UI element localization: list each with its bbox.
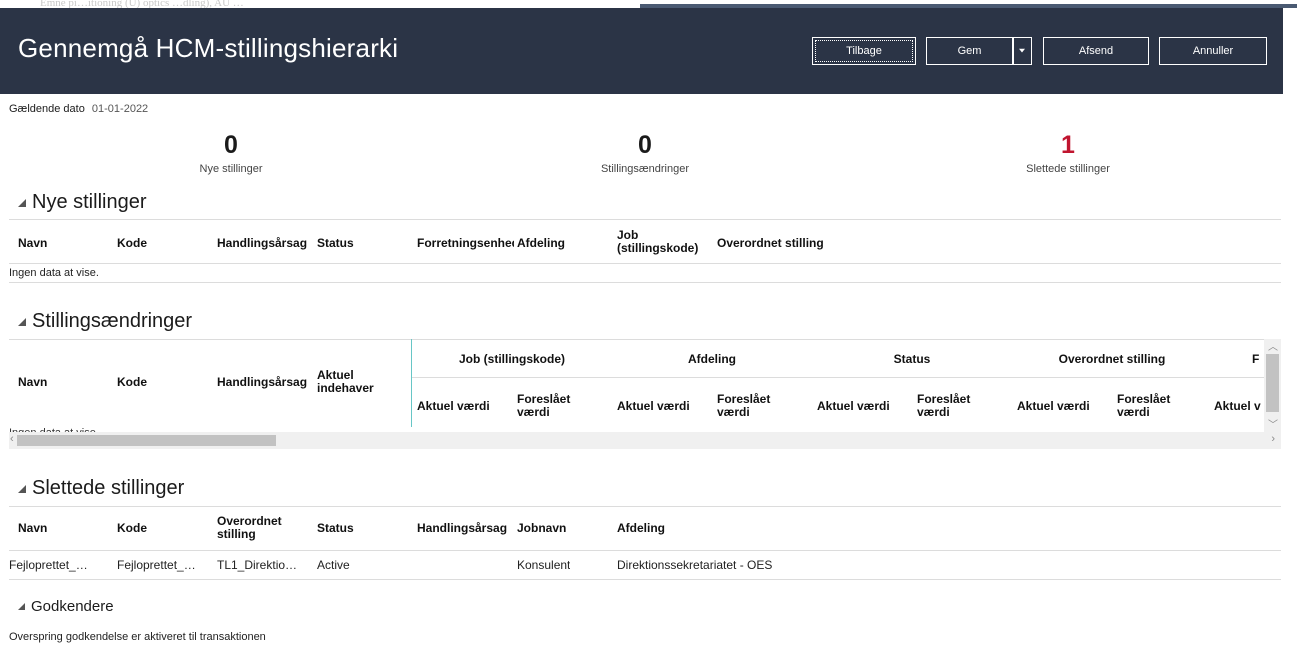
horizontal-scrollbar[interactable]: ‹ ›: [9, 432, 1281, 449]
scroll-right-icon[interactable]: ›: [1271, 433, 1275, 445]
back-button[interactable]: Tilbage: [812, 37, 916, 65]
column-group-header[interactable]: Status: [812, 353, 1012, 366]
save-button[interactable]: Gem: [926, 37, 1012, 65]
scroll-up-icon[interactable]: ︿: [1268, 338, 1278, 353]
divider: [9, 579, 1281, 580]
column-header[interactable]: Foreslået værdi: [717, 393, 797, 419]
column-header[interactable]: Job (stillingskode): [617, 229, 707, 255]
column-header[interactable]: Aktuel værdi: [1017, 400, 1090, 413]
counter-value: 0: [224, 131, 238, 159]
scroll-down-icon[interactable]: ﹀: [1268, 416, 1278, 431]
submit-button[interactable]: Afsend: [1043, 37, 1149, 65]
collapse-triangle-icon: [18, 317, 26, 326]
divider: [9, 219, 1281, 220]
cell-name: Fejloprettet_…: [9, 558, 88, 572]
column-header[interactable]: Handlingsårsag: [417, 522, 507, 535]
column-header[interactable]: Navn: [18, 237, 47, 250]
effective-date-value: 01-01-2022: [91, 103, 149, 115]
cell-parent-position: TL1_Direktio…: [217, 558, 298, 572]
column-header[interactable]: Overordnet stilling: [217, 515, 307, 541]
counter-label: Nye stillinger: [199, 163, 263, 175]
column-header[interactable]: Aktuel værdi: [617, 400, 690, 413]
save-dropdown-button[interactable]: [1012, 37, 1032, 65]
counter-label: Stillingsændringer: [600, 163, 690, 175]
effective-date: Gældende dato 01-01-2022: [9, 103, 148, 115]
column-group-header[interactable]: Overordnet stilling: [1012, 353, 1212, 366]
column-header[interactable]: Navn: [18, 376, 47, 389]
collapse-triangle-icon: [18, 484, 26, 493]
column-header[interactable]: Status: [317, 237, 354, 250]
column-header[interactable]: Forretningsenhed: [417, 237, 514, 250]
section-title: Nye stillinger: [32, 191, 147, 213]
column-header[interactable]: Handlingsårsag: [217, 237, 307, 250]
section-position-changes-toggle[interactable]: Stillingsændringer: [18, 310, 192, 333]
column-header[interactable]: Foreslået værdi: [917, 393, 997, 419]
column-header[interactable]: Afdeling: [517, 237, 565, 250]
no-data-message: Ingen data at vise.: [9, 267, 99, 279]
divider: [9, 263, 1281, 264]
section-approvers-toggle[interactable]: Godkendere: [18, 598, 114, 615]
counter-label: Slettede stillinger: [1026, 163, 1110, 175]
section-title: Godkendere: [31, 598, 114, 615]
column-header[interactable]: Status: [317, 522, 354, 535]
effective-date-label: Gældende dato: [9, 103, 85, 115]
column-header[interactable]: Aktuel v: [1214, 400, 1264, 413]
divider: [9, 339, 1264, 340]
vertical-scrollbar[interactable]: ︿ ﹀: [1264, 339, 1281, 432]
column-group-header[interactable]: F: [1252, 353, 1264, 366]
divider: [9, 282, 1281, 283]
divider: [412, 377, 1264, 378]
cell-status: Active: [317, 558, 350, 572]
column-header[interactable]: Navn: [18, 522, 47, 535]
caret-down-icon: [1019, 48, 1025, 53]
top-strip: Emne pi…itioning (U) optics …dling), AU …: [0, 0, 1297, 9]
scrollbar-thumb[interactable]: [17, 435, 276, 446]
section-new-positions-toggle[interactable]: Nye stillinger: [18, 191, 146, 214]
collapse-triangle-icon: [18, 198, 26, 207]
scrollbar-thumb[interactable]: [1266, 354, 1279, 412]
section-deleted-positions-toggle[interactable]: Slettede stillinger: [18, 477, 184, 500]
column-header[interactable]: Kode: [117, 522, 147, 535]
cell-code: Fejloprettet_…: [117, 558, 196, 572]
column-header[interactable]: Handlingsårsag: [217, 376, 307, 389]
cell-department: Direktionssekretariatet - OES: [617, 558, 773, 572]
page-scroll-gutter: [1283, 8, 1297, 661]
section-title: Slettede stillinger: [32, 477, 185, 499]
approvers-message: Overspring godkendelse er aktiveret til …: [9, 631, 266, 643]
column-header[interactable]: Kode: [117, 376, 147, 389]
counter-deleted-positions: 1 Slettede stillinger: [968, 130, 1168, 175]
column-group-header[interactable]: Afdeling: [612, 353, 812, 366]
column-header[interactable]: Aktuel indehaver: [317, 369, 399, 395]
page-header: Gennemgå HCM-stillingshierarki Tilbage G…: [0, 8, 1283, 94]
cancel-button[interactable]: Annuller: [1159, 37, 1267, 65]
counter-new-positions: 0 Nye stillinger: [131, 130, 331, 175]
column-header[interactable]: Aktuel værdi: [817, 400, 890, 413]
counter-value: 0: [638, 131, 652, 159]
column-header[interactable]: Foreslået værdi: [1117, 393, 1197, 419]
column-header[interactable]: Overordnet stilling: [717, 237, 824, 250]
column-header[interactable]: Afdeling: [617, 522, 665, 535]
column-group-header[interactable]: Job (stillingskode): [412, 353, 612, 366]
divider: [9, 550, 1281, 551]
column-header[interactable]: Foreslået værdi: [517, 393, 597, 419]
counter-value: 1: [1061, 131, 1075, 159]
column-header[interactable]: Kode: [117, 237, 147, 250]
divider: [9, 506, 1281, 507]
section-title: Stillingsændringer: [32, 310, 193, 332]
column-header[interactable]: Jobnavn: [517, 522, 566, 535]
counter-position-changes: 0 Stillingsændringer: [545, 130, 745, 175]
collapse-triangle-icon: [18, 603, 25, 610]
column-header[interactable]: Aktuel værdi: [417, 400, 490, 413]
page-title: Gennemgå HCM-stillingshierarki: [18, 33, 399, 63]
cell-job-name: Konsulent: [517, 558, 571, 572]
scroll-left-icon[interactable]: ‹: [10, 433, 14, 445]
